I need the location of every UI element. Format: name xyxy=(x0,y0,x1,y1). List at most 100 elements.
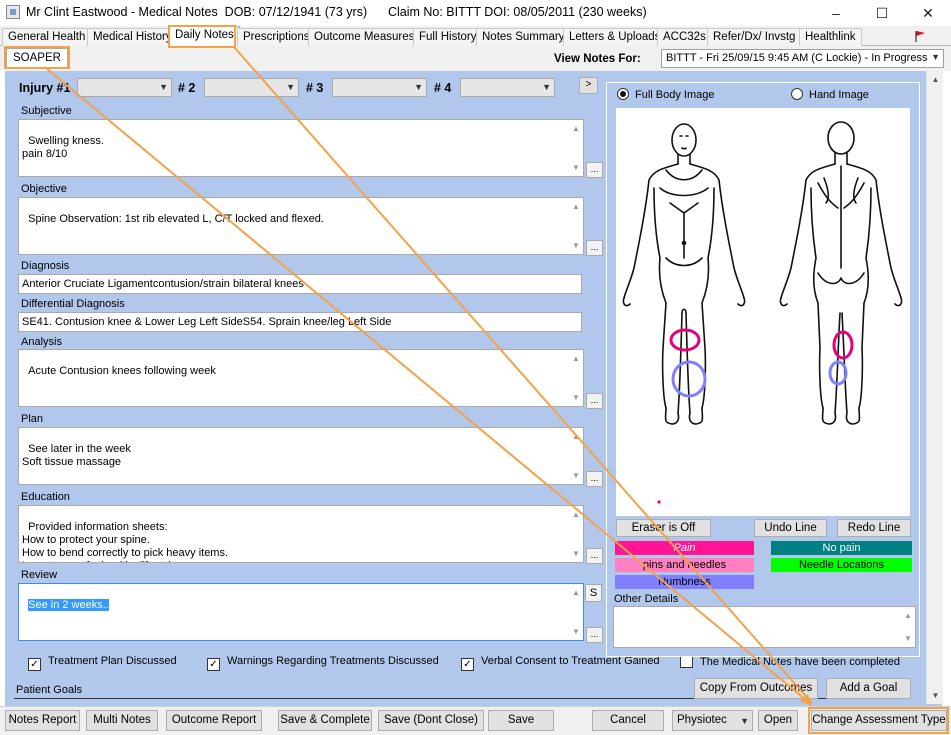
tab-daily-notes[interactable]: Daily Notes xyxy=(169,26,240,47)
multi-notes-button[interactable]: Multi Notes xyxy=(86,710,158,731)
plan-scrollbar[interactable]: ▲ ▼ xyxy=(570,430,582,482)
practitioner-value: Physiotec xyxy=(677,714,727,726)
scroll-down-icon[interactable]: ▼ xyxy=(570,239,582,252)
scroll-up-icon[interactable]: ▲ xyxy=(570,586,582,599)
full-body-radio[interactable]: Full Body Image xyxy=(617,88,714,101)
scroll-down-icon[interactable]: ▼ xyxy=(570,547,582,560)
outcome-report-button[interactable]: Outcome Report xyxy=(166,710,262,731)
patient-goals-label: Patient Goals xyxy=(16,684,83,696)
change-assessment-type-button[interactable]: Change Assessment Type xyxy=(811,710,947,731)
legend-needle-locations[interactable]: Needle Locations xyxy=(771,558,912,572)
tab-refer[interactable]: Refer/Dx/ Invstg xyxy=(707,28,802,46)
injury-3-label: # 3 xyxy=(306,81,324,95)
scroll-down-icon[interactable]: ▼ xyxy=(570,469,582,482)
plan-field[interactable]: See later in the week Soft tissue massag… xyxy=(18,427,584,485)
tab-soaper[interactable]: SOAPER xyxy=(6,48,68,68)
differential-diagnosis-label: Differential Diagnosis xyxy=(21,298,125,310)
review-value: See in 2 weeks.. xyxy=(28,599,109,611)
open-button[interactable]: Open xyxy=(758,710,798,731)
save-complete-button[interactable]: Save & Complete xyxy=(278,710,372,731)
sub-tab-bar: SOAPER View Notes For: BITTT - Fri 25/09… xyxy=(0,46,951,71)
scroll-down-icon[interactable]: ▼ xyxy=(570,391,582,404)
diagnosis-label: Diagnosis xyxy=(21,260,70,272)
analysis-scrollbar[interactable]: ▲ ▼ xyxy=(570,352,582,404)
objective-scrollbar[interactable]: ▲ ▼ xyxy=(570,200,582,252)
review-more-button[interactable]: ... xyxy=(586,627,603,643)
cancel-button[interactable]: Cancel xyxy=(592,710,664,731)
practitioner-select[interactable]: Physiotec ▼ xyxy=(672,710,753,731)
education-scrollbar[interactable]: ▲ ▼ xyxy=(570,508,582,560)
review-field[interactable]: See in 2 weeks.. ▲ ▼ xyxy=(18,583,584,641)
save-button[interactable]: Save xyxy=(488,710,554,731)
legend-numbness[interactable]: Numbness xyxy=(615,575,754,589)
body-drawing-canvas[interactable] xyxy=(616,108,910,516)
treatment-plan-checkbox[interactable]: ✓ Treatment Plan Discussed xyxy=(28,655,177,671)
chevron-down-icon: ▼ xyxy=(542,82,551,92)
verbal-consent-checkbox[interactable]: ✓ Verbal Consent to Treatment Gained xyxy=(461,655,660,671)
body-figure-icon xyxy=(622,121,903,504)
other-details-field[interactable]: ▲ ▼ xyxy=(613,606,916,648)
main-scrollbar[interactable]: ▲ ▼ xyxy=(926,71,943,704)
legend-no-pain[interactable]: No pain xyxy=(771,541,912,555)
subjective-field[interactable]: Swelling kness. pain 8/10 ▲ ▼ xyxy=(18,119,584,177)
injury-3-select[interactable]: ▼ xyxy=(332,78,427,97)
education-more-button[interactable]: ... xyxy=(586,548,603,564)
flag-icon[interactable] xyxy=(914,30,926,42)
injury-2-select[interactable]: ▼ xyxy=(204,78,299,97)
scroll-down-icon[interactable]: ▼ xyxy=(902,632,914,645)
tab-notes-summary[interactable]: Notes Summary xyxy=(476,28,571,46)
subjective-more-button[interactable]: ... xyxy=(586,162,603,178)
analysis-field[interactable]: Acute Contusion knees following week ▲ ▼ xyxy=(18,349,584,407)
legend-pain[interactable]: Pain xyxy=(615,541,754,555)
eraser-toggle-button[interactable]: Eraser is Off xyxy=(616,519,711,537)
scroll-down-icon[interactable]: ▼ xyxy=(570,161,582,174)
undo-line-button[interactable]: Undo Line xyxy=(754,519,827,537)
tab-prescriptions[interactable]: Prescriptions xyxy=(237,28,316,46)
education-field[interactable]: Provided information sheets: How to prot… xyxy=(18,505,584,563)
analysis-more-button[interactable]: ... xyxy=(586,393,603,409)
tab-outcome-measures[interactable]: Outcome Measures xyxy=(308,28,421,46)
scroll-up-icon[interactable]: ▲ xyxy=(570,430,582,443)
warnings-checkbox[interactable]: ✓ Warnings Regarding Treatments Discussed xyxy=(207,655,439,671)
close-button[interactable]: ✕ xyxy=(905,0,951,26)
legend-pins-needles[interactable]: pins and needles xyxy=(615,558,754,572)
minimize-button[interactable]: – xyxy=(813,0,859,26)
tab-general-health[interactable]: General Health xyxy=(2,28,92,46)
scroll-up-icon[interactable]: ▲ xyxy=(570,352,582,365)
diagnosis-field[interactable]: Anterior Cruciate Ligamentcontusion/stra… xyxy=(18,274,582,294)
injury-4-label: # 4 xyxy=(434,81,452,95)
subjective-scrollbar[interactable]: ▲ ▼ xyxy=(570,122,582,174)
copy-from-outcomes-button[interactable]: Copy From Outcomes xyxy=(694,678,818,699)
scroll-down-icon[interactable]: ▼ xyxy=(570,625,582,638)
scroll-down-icon[interactable]: ▼ xyxy=(927,687,944,704)
tab-medical-history[interactable]: Medical History xyxy=(87,28,178,46)
save-dont-close-button[interactable]: Save (Dont Close) xyxy=(378,710,484,731)
scroll-up-icon[interactable]: ▲ xyxy=(570,508,582,521)
scroll-up-icon[interactable]: ▲ xyxy=(570,200,582,213)
injury-1-select[interactable]: ▼ xyxy=(77,78,172,97)
objective-more-button[interactable]: ... xyxy=(586,240,603,256)
notes-report-button[interactable]: Notes Report xyxy=(5,710,80,731)
scroll-up-icon[interactable]: ▲ xyxy=(927,71,944,88)
next-injury-button[interactable]: > xyxy=(579,77,598,94)
scroll-up-icon[interactable]: ▲ xyxy=(570,122,582,135)
hand-radio[interactable]: Hand Image xyxy=(791,88,869,101)
tab-letters-uploads[interactable]: Letters & Uploads xyxy=(563,28,667,46)
redo-line-button[interactable]: Redo Line xyxy=(837,519,911,537)
review-scrollbar[interactable]: ▲ ▼ xyxy=(570,586,582,638)
chevron-down-icon: ▼ xyxy=(159,82,168,92)
plan-more-button[interactable]: ... xyxy=(586,471,603,487)
add-goal-button[interactable]: Add a Goal xyxy=(826,678,911,699)
tab-healthlink[interactable]: Healthlink xyxy=(799,28,862,46)
injury-4-select[interactable]: ▼ xyxy=(460,78,555,97)
other-details-scrollbar[interactable]: ▲ ▼ xyxy=(902,609,914,645)
view-notes-select[interactable]: BITTT - Fri 25/09/15 9:45 AM (C Lockie) … xyxy=(661,49,944,68)
full-body-label: Full Body Image xyxy=(635,89,715,101)
tab-acc32s[interactable]: ACC32s xyxy=(657,28,712,46)
scroll-up-icon[interactable]: ▲ xyxy=(902,609,914,622)
differential-diagnosis-field[interactable]: SE41. Contusion knee & Lower Leg Left Si… xyxy=(18,312,582,332)
review-s-button[interactable]: S xyxy=(585,584,602,602)
maximize-button[interactable]: ☐ xyxy=(859,0,905,26)
tab-full-history[interactable]: Full History xyxy=(413,28,483,46)
objective-field[interactable]: Spine Observation: 1st rib elevated L, C… xyxy=(18,197,584,255)
